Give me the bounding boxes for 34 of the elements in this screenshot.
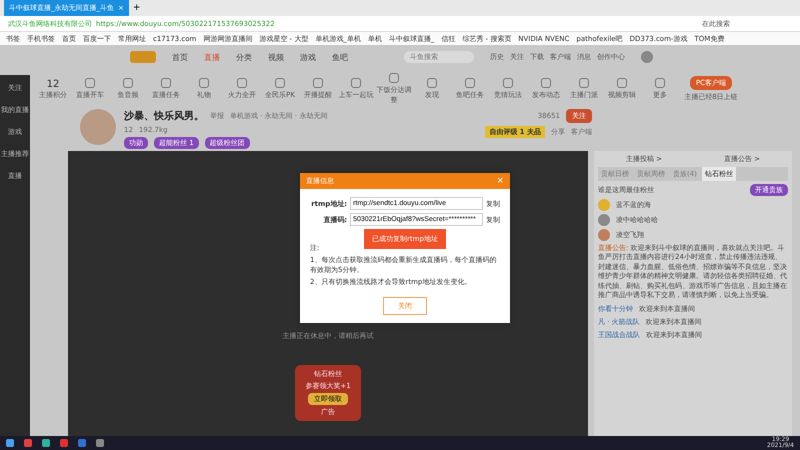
tool-icon[interactable] (351, 78, 361, 88)
nav-link[interactable]: 鱼吧 (332, 52, 348, 62)
tool-icon[interactable] (617, 78, 627, 88)
tool-icon[interactable] (161, 78, 171, 88)
tool-icon[interactable] (655, 78, 665, 88)
nav-link[interactable]: 直播 (204, 52, 220, 62)
tool-icon[interactable] (427, 78, 437, 88)
taskbar-app-icon[interactable] (6, 439, 14, 447)
user-avatar[interactable] (641, 51, 653, 63)
taskbar-app-icon[interactable] (96, 439, 104, 447)
new-tab-button[interactable]: + (132, 3, 140, 13)
nav-link[interactable]: 游戏 (300, 52, 316, 62)
nav-link[interactable]: 分类 (236, 52, 252, 62)
tool-icon[interactable] (503, 78, 513, 88)
tool-icon[interactable] (389, 73, 399, 83)
score-value: 12 (46, 78, 60, 90)
taskbar-app-icon[interactable] (42, 439, 50, 447)
nav-link[interactable]: 首页 (172, 52, 188, 62)
streamer-avatar (80, 109, 116, 145)
tool-icon[interactable] (123, 78, 133, 88)
close-icon[interactable]: × (496, 176, 504, 186)
tool-icon[interactable] (579, 78, 589, 88)
tool-icon[interactable] (275, 78, 285, 88)
taskbar-app-icon[interactable] (60, 439, 68, 447)
tool-icon[interactable] (199, 78, 209, 88)
taskbar-app-icon[interactable] (24, 439, 32, 447)
tool-icon[interactable] (85, 78, 95, 88)
nav-link[interactable]: 视频 (268, 52, 284, 62)
streamer-name: 沙暴、快乐风男。 (124, 110, 204, 123)
tool-icon[interactable] (313, 78, 323, 88)
tool-icon[interactable] (465, 78, 475, 88)
tool-icon[interactable] (237, 78, 247, 88)
taskbar-app-icon[interactable] (78, 439, 86, 447)
tool-icon[interactable] (541, 78, 551, 88)
